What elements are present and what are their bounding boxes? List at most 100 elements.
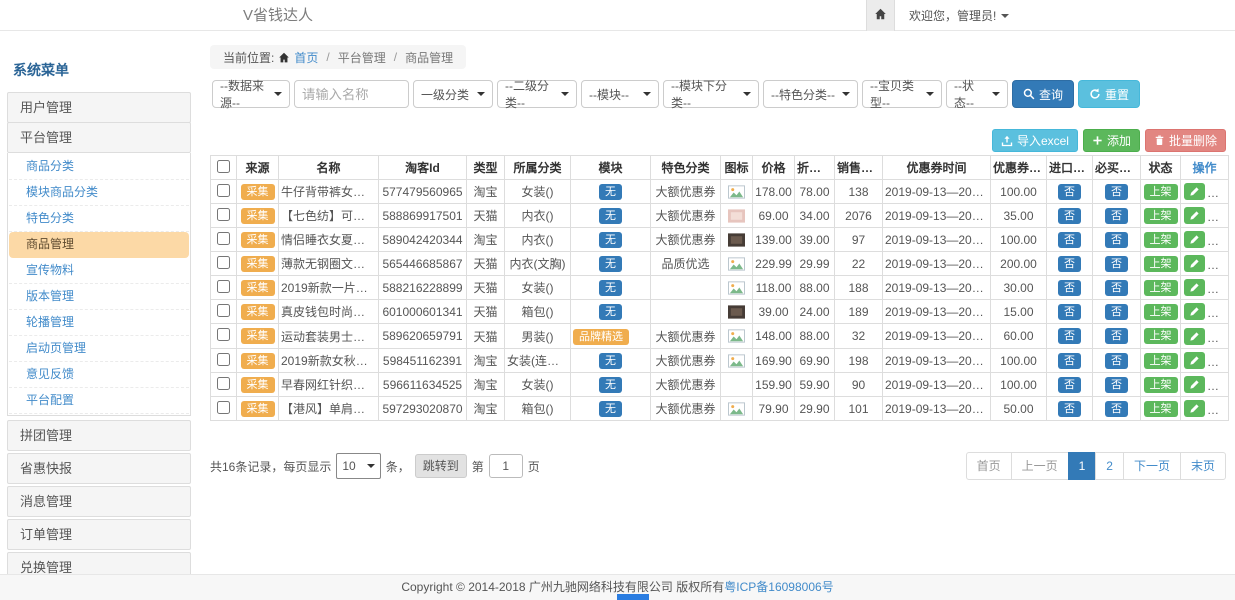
module-badge[interactable]: 无 <box>599 208 622 224</box>
select-all-checkbox[interactable] <box>217 160 230 173</box>
must-buy-toggle[interactable]: 否 <box>1105 377 1128 393</box>
edit-button[interactable] <box>1184 279 1205 296</box>
level1-category-select[interactable]: 一级分类 <box>413 80 493 108</box>
module-badge[interactable]: 无 <box>599 304 622 320</box>
row-checkbox[interactable] <box>217 353 230 366</box>
must-buy-toggle[interactable]: 否 <box>1105 280 1128 296</box>
edit-button[interactable] <box>1184 303 1205 320</box>
sidebar-subitem-carousel-mgmt[interactable]: 轮播管理 <box>9 310 189 336</box>
sidebar-subitem-promo-material[interactable]: 宣传物料 <box>9 258 189 284</box>
jump-page-input[interactable] <box>489 454 523 478</box>
status-toggle[interactable]: 上架 <box>1144 256 1178 272</box>
row-checkbox[interactable] <box>217 280 230 293</box>
module-badge[interactable]: 无 <box>599 353 622 369</box>
user-menu[interactable]: 欢迎您，管理员! <box>895 0 1009 31</box>
sidebar-item-user-mgmt[interactable]: 用户管理 <box>7 92 191 123</box>
must-buy-toggle[interactable]: 否 <box>1105 328 1128 344</box>
edit-button[interactable] <box>1184 183 1205 200</box>
module-badge[interactable]: 无 <box>599 377 622 393</box>
feature-category-select[interactable]: --特色分类-- <box>763 80 858 108</box>
status-toggle[interactable]: 上架 <box>1144 304 1178 320</box>
sidebar-subitem-platform-config[interactable]: 平台配置 <box>9 388 189 414</box>
home-button[interactable] <box>866 0 895 31</box>
status-toggle[interactable]: 上架 <box>1144 328 1178 344</box>
must-buy-toggle[interactable]: 否 <box>1105 304 1128 320</box>
status-toggle[interactable]: 上架 <box>1144 401 1178 417</box>
status-toggle[interactable]: 上架 <box>1144 232 1178 248</box>
add-button[interactable]: 添加 <box>1083 129 1140 152</box>
import-select-toggle[interactable]: 否 <box>1058 328 1081 344</box>
import-select-toggle[interactable]: 否 <box>1058 353 1081 369</box>
edit-button[interactable] <box>1184 207 1205 224</box>
breadcrumb-home-link[interactable]: 首页 <box>294 49 318 66</box>
sidebar-subitem-feature-category[interactable]: 特色分类 <box>9 206 189 232</box>
sidebar-subitem-goods-category[interactable]: 商品分类 <box>9 154 189 180</box>
status-toggle[interactable]: 上架 <box>1144 184 1178 200</box>
icp-link[interactable]: 粤ICP备16098006号 <box>724 580 833 594</box>
import-select-toggle[interactable]: 否 <box>1058 256 1081 272</box>
item-type-select[interactable]: --宝贝类型-- <box>862 80 942 108</box>
import-select-toggle[interactable]: 否 <box>1058 280 1081 296</box>
module-badge[interactable]: 品牌精选 <box>573 329 629 345</box>
row-checkbox[interactable] <box>217 256 230 269</box>
status-toggle[interactable]: 上架 <box>1144 280 1178 296</box>
edit-button[interactable] <box>1184 400 1205 417</box>
sidebar-item-groupbuy-mgmt[interactable]: 拼团管理 <box>7 420 191 451</box>
module-sub-category-select[interactable]: --模块下分类-- <box>663 80 759 108</box>
edit-button[interactable] <box>1184 255 1205 272</box>
module-badge[interactable]: 无 <box>599 256 622 272</box>
jump-button[interactable]: 跳转到 <box>415 454 467 478</box>
must-buy-toggle[interactable]: 否 <box>1105 256 1128 272</box>
status-toggle[interactable]: 上架 <box>1144 377 1178 393</box>
edit-button[interactable] <box>1184 352 1205 369</box>
module-badge[interactable]: 无 <box>599 184 622 200</box>
import-select-toggle[interactable]: 否 <box>1058 232 1081 248</box>
import-select-toggle[interactable]: 否 <box>1058 377 1081 393</box>
sidebar-subitem-module-goods-category[interactable]: 模块商品分类 <box>9 180 189 206</box>
page-button-0[interactable]: 首页 <box>966 452 1012 480</box>
data-source-select[interactable]: --数据来源-- <box>212 80 290 108</box>
import-select-toggle[interactable]: 否 <box>1058 401 1081 417</box>
search-button[interactable]: 查询 <box>1012 80 1074 108</box>
status-toggle[interactable]: 上架 <box>1144 208 1178 224</box>
import-select-toggle[interactable]: 否 <box>1058 208 1081 224</box>
per-page-select[interactable]: 10 <box>336 453 380 479</box>
sidebar-item-saving-news[interactable]: 省惠快报 <box>7 453 191 484</box>
must-buy-toggle[interactable]: 否 <box>1105 232 1128 248</box>
page-button-1[interactable]: 上一页 <box>1011 452 1069 480</box>
import-select-toggle[interactable]: 否 <box>1058 184 1081 200</box>
reset-button[interactable]: 重置 <box>1078 80 1140 108</box>
module-select[interactable]: --模块-- <box>581 80 659 108</box>
row-checkbox[interactable] <box>217 304 230 317</box>
sidebar-item-order-mgmt[interactable]: 订单管理 <box>7 519 191 550</box>
status-toggle[interactable]: 上架 <box>1144 353 1178 369</box>
sidebar-item-platform-mgmt[interactable]: 平台管理 <box>7 122 191 153</box>
sidebar-subitem-splash-mgmt[interactable]: 启动页管理 <box>9 336 189 362</box>
module-badge[interactable]: 无 <box>599 401 622 417</box>
page-button-3[interactable]: 2 <box>1095 452 1124 480</box>
edit-button[interactable] <box>1184 376 1205 393</box>
must-buy-toggle[interactable]: 否 <box>1105 184 1128 200</box>
row-checkbox[interactable] <box>217 232 230 245</box>
row-checkbox[interactable] <box>217 208 230 221</box>
sidebar-subitem-feedback[interactable]: 意见反馈 <box>9 362 189 388</box>
edit-button[interactable] <box>1184 328 1205 345</box>
row-checkbox[interactable] <box>217 401 230 414</box>
must-buy-toggle[interactable]: 否 <box>1105 401 1128 417</box>
page-button-4[interactable]: 下一页 <box>1123 452 1181 480</box>
name-input[interactable] <box>294 80 409 108</box>
page-button-2[interactable]: 1 <box>1068 452 1097 480</box>
module-badge[interactable]: 无 <box>599 232 622 248</box>
row-checkbox[interactable] <box>217 184 230 197</box>
status-select[interactable]: --状态-- <box>946 80 1008 108</box>
must-buy-toggle[interactable]: 否 <box>1105 208 1128 224</box>
sidebar-subitem-goods-mgmt[interactable]: 商品管理 <box>9 232 189 258</box>
module-badge[interactable]: 无 <box>599 280 622 296</box>
must-buy-toggle[interactable]: 否 <box>1105 353 1128 369</box>
page-button-5[interactable]: 末页 <box>1180 452 1226 480</box>
sidebar-item-message-mgmt[interactable]: 消息管理 <box>7 486 191 517</box>
row-checkbox[interactable] <box>217 377 230 390</box>
batch-delete-button[interactable]: 批量删除 <box>1145 129 1226 152</box>
edit-button[interactable] <box>1184 231 1205 248</box>
level2-category-select[interactable]: --二级分类-- <box>497 80 577 108</box>
